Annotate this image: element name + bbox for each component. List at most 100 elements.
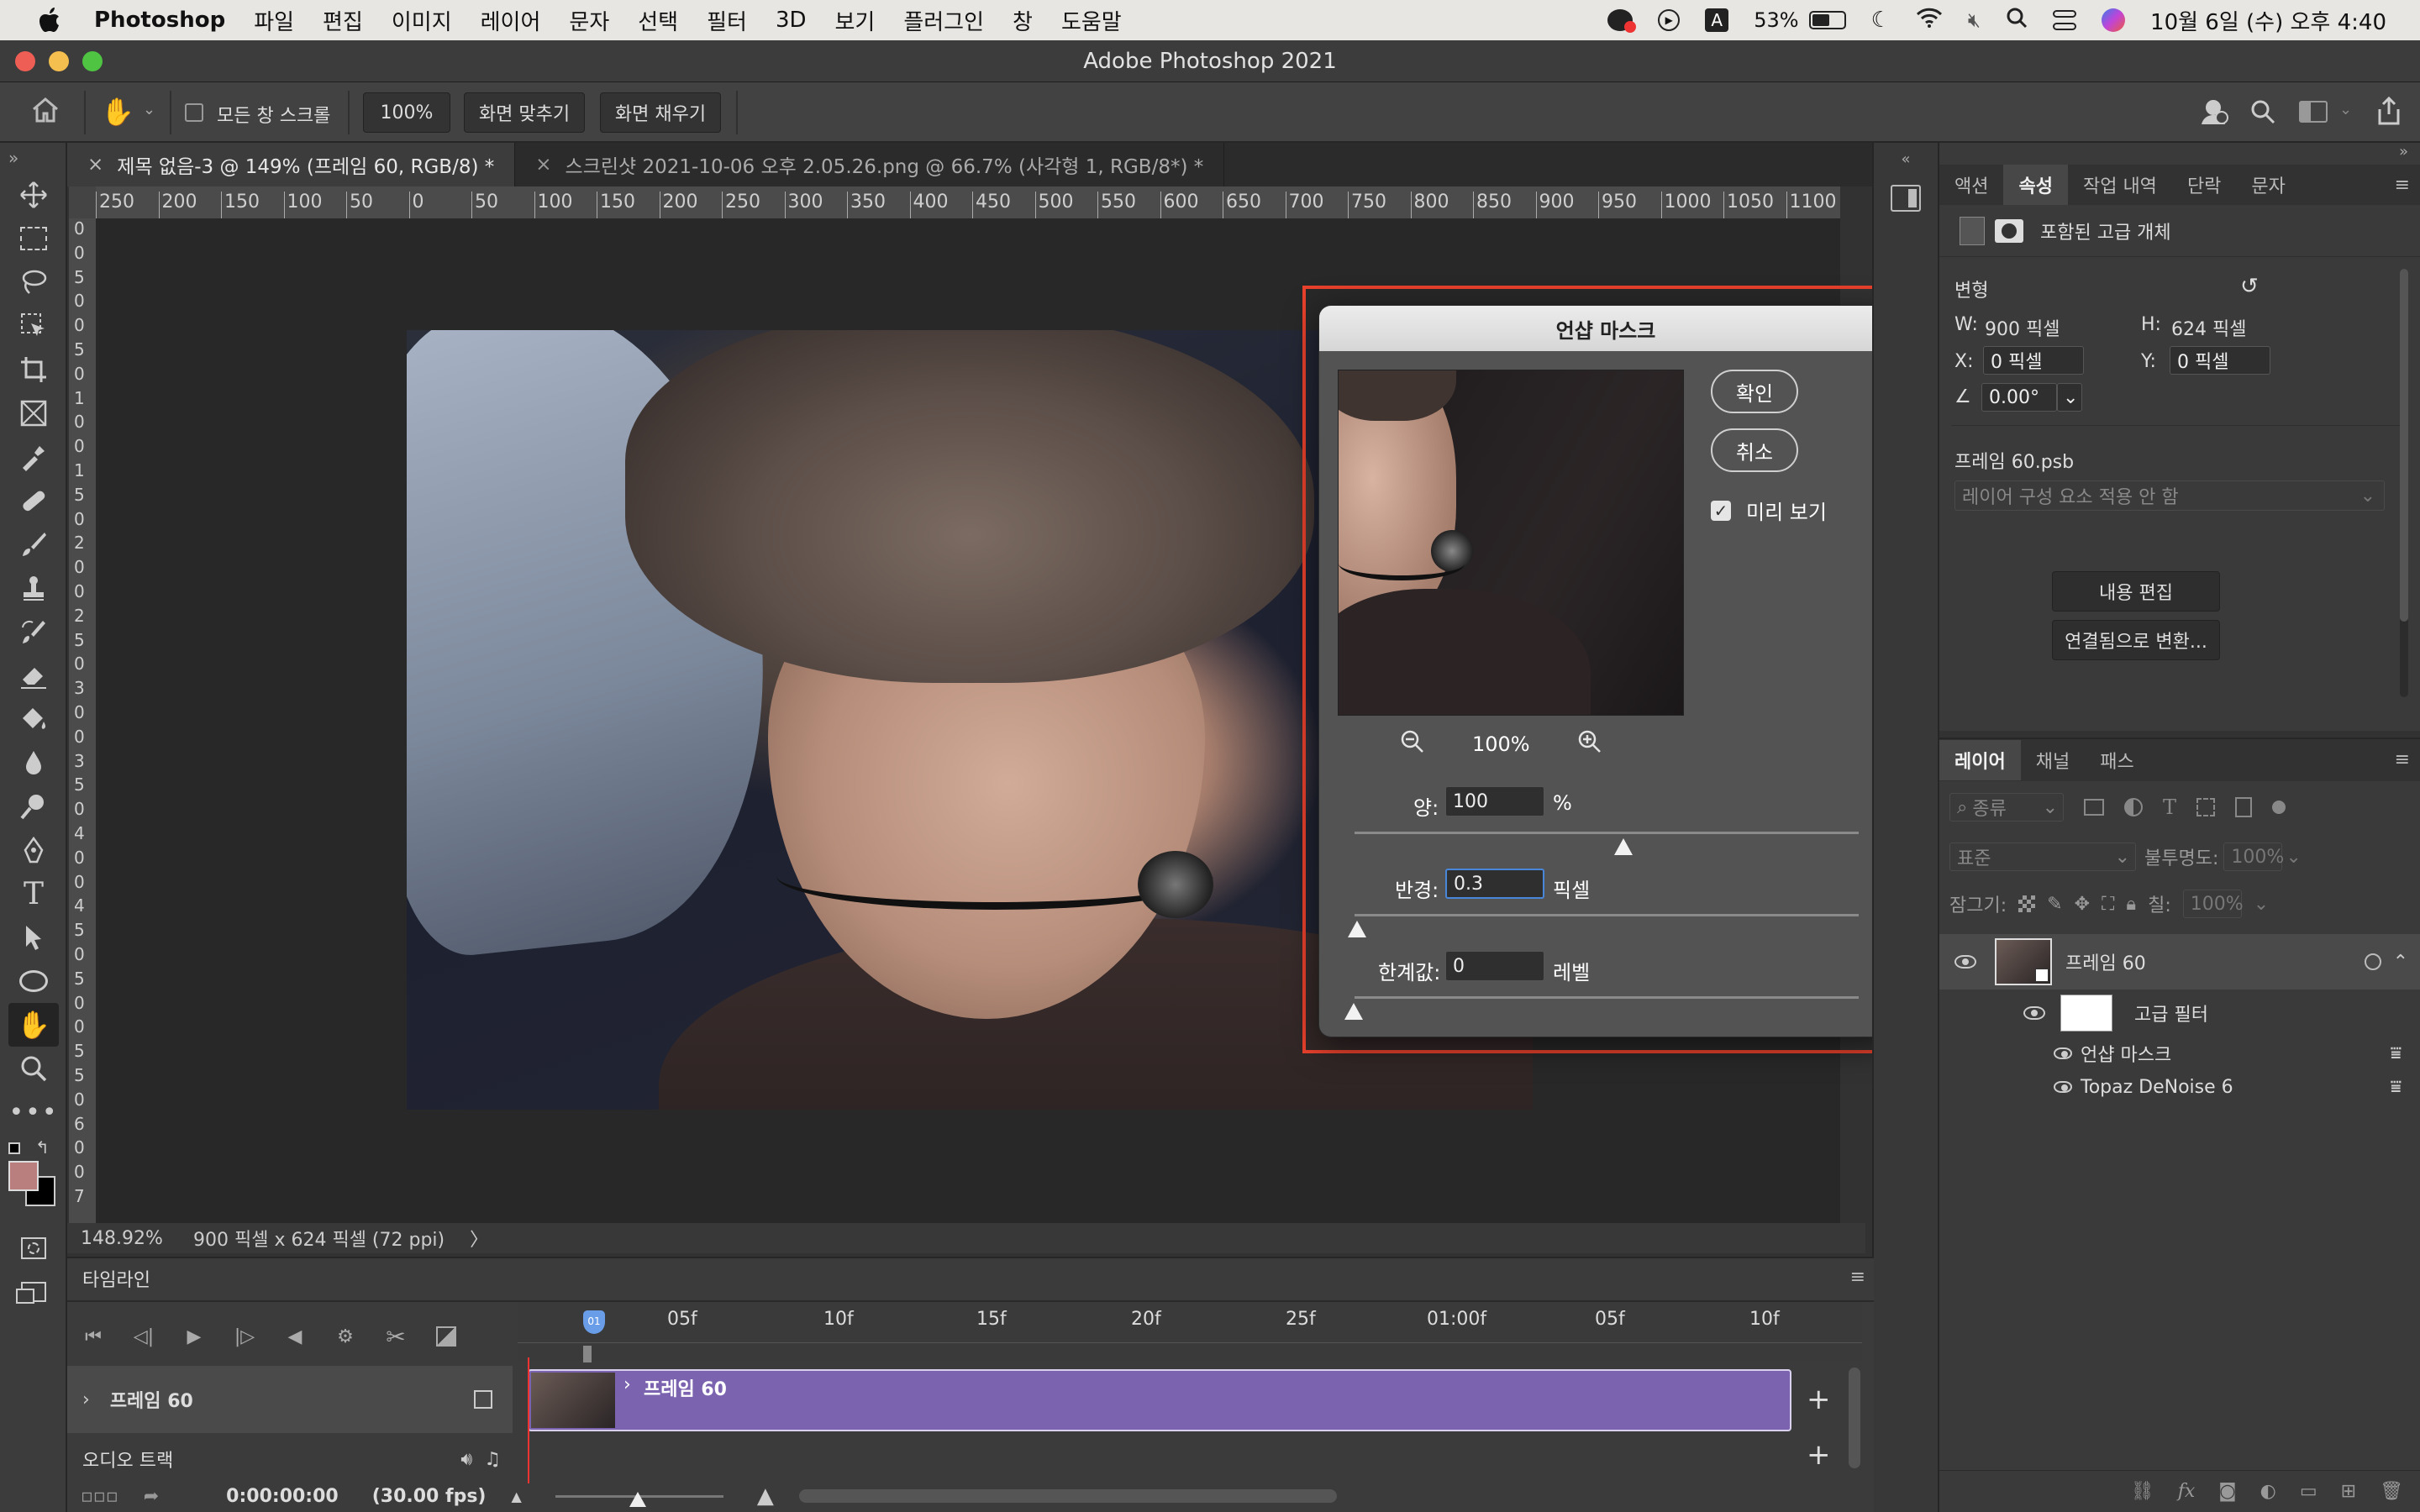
layer-comp-select[interactable]: 레이어 구성 요소 적용 안 함 ⌄ <box>1954 480 2385 511</box>
expand-clip-icon[interactable]: › <box>623 1374 631 1395</box>
layer-name[interactable]: 고급 필터 <box>2134 1000 2208 1026</box>
tab-paragraph[interactable]: 단락 <box>2172 165 2236 205</box>
menu-plugins[interactable]: 플러그인 <box>903 5 984 36</box>
adjustment-filter-icon[interactable] <box>2124 798 2143 816</box>
mask-icon[interactable] <box>1995 218 2023 243</box>
siri-icon[interactable] <box>2102 8 2126 32</box>
speaker-icon[interactable]: 🔊︎ <box>460 1449 472 1470</box>
smart-filter-icon[interactable] <box>2364 953 2381 970</box>
radius-slider-thumb[interactable] <box>1348 921 1366 937</box>
height-value[interactable]: 624 픽셀 <box>2171 314 2246 341</box>
menu-app[interactable]: Photoshop <box>94 8 225 33</box>
opacity-input[interactable]: 100% <box>2223 843 2284 871</box>
user-share-icon[interactable] <box>2200 97 2228 131</box>
home-icon[interactable] <box>30 96 60 129</box>
layer-name[interactable]: Topaz DeNoise 6 <box>2081 1077 2233 1098</box>
menu-3d[interactable]: 3D <box>776 8 807 33</box>
previous-frame-icon[interactable]: ◁| <box>123 1320 165 1353</box>
x-input[interactable]: 0 픽셀 <box>1983 346 2084 375</box>
reset-transform-icon[interactable]: ↺ <box>2240 274 2259 299</box>
shape-filter-icon[interactable] <box>2196 798 2216 816</box>
link-layers-icon[interactable]: ⛓ <box>2131 1481 2154 1502</box>
edit-contents-button[interactable]: 내용 편집 <box>2052 571 2220 612</box>
chevron-down-icon[interactable]: ⌄ <box>2339 101 2352 118</box>
chevron-down-icon[interactable]: ⌄ <box>2254 894 2269 915</box>
render-video-icon[interactable]: ➦ <box>144 1486 159 1507</box>
filter-blending-options-icon[interactable]: ⩸ <box>2391 1077 2402 1098</box>
dodge-tool-icon[interactable] <box>0 785 67 828</box>
pen-tool-icon[interactable] <box>0 828 67 872</box>
spotlight-search-icon[interactable] <box>2006 7 2028 34</box>
layer-visibility-eye-icon[interactable] <box>2023 1006 2045 1020</box>
share-icon[interactable] <box>2375 96 2403 131</box>
angle-input[interactable]: 0.00° <box>1981 383 2057 412</box>
layer-row-smart-filters[interactable]: 고급 필터 <box>1939 990 2420 1037</box>
chevron-down-icon[interactable]: ⌄ <box>143 101 155 118</box>
threshold-slider-track[interactable] <box>1355 996 1859 999</box>
delete-layer-icon[interactable]: 🗑︎ <box>2380 1481 2403 1502</box>
clone-stamp-tool-icon[interactable] <box>0 566 67 610</box>
play-icon[interactable]: ▶ <box>173 1320 215 1353</box>
brush-tool-icon[interactable] <box>0 522 67 566</box>
timeline-ruler[interactable]: 05f 10f 15f 20f 25f 01:00f 05f 10f 01 <box>518 1302 1862 1362</box>
menu-window[interactable]: 창 <box>1013 5 1033 36</box>
video-clip[interactable]: › 프레임 60 <box>528 1369 1791 1431</box>
zoom-level[interactable]: 148.92% <box>81 1228 173 1249</box>
blend-mode-select[interactable]: 표준 ⌄ <box>1949 843 2136 871</box>
fit-screen-button[interactable]: 화면 맞추기 <box>464 92 585 133</box>
status-menu-arrow[interactable]: 〉 <box>470 1225 488 1252</box>
cancel-button[interactable]: 취소 <box>1711 428 1798 472</box>
play-circle-icon[interactable]: ▶ <box>1658 9 1681 31</box>
layer-name[interactable]: 프레임 60 <box>2065 948 2146 975</box>
hand-tool-icon[interactable]: ✋ <box>8 1003 59 1047</box>
object-selection-tool-icon[interactable] <box>0 304 67 348</box>
new-layer-icon[interactable]: ⊞ <box>2341 1481 2356 1502</box>
eraser-tool-icon[interactable] <box>0 654 67 697</box>
dialog-titlebar[interactable]: 언샵 마스크 <box>1319 306 1892 351</box>
layer-row-unsharp-mask[interactable]: 언샵 마스크 ⩸ <box>1939 1037 2420 1070</box>
fill-input[interactable]: 100% <box>2182 890 2244 918</box>
new-group-icon[interactable]: ▭ <box>2300 1481 2317 1502</box>
ellipse-tool-icon[interactable] <box>0 959 67 1003</box>
filter-toggle-icon[interactable] <box>2272 801 2286 814</box>
filter-preview[interactable] <box>1338 370 1684 716</box>
menu-type[interactable]: 문자 <box>569 5 609 36</box>
type-filter-icon[interactable]: T <box>2163 795 2176 819</box>
tab-paths[interactable]: 패스 <box>2085 740 2149 780</box>
menubar-clock[interactable]: 10월 6일 (수) 오후 4:40 <box>2150 5 2386 36</box>
chevron-up-icon[interactable]: ⌃ <box>2393 952 2408 973</box>
type-tool-icon[interactable]: T <box>0 872 67 916</box>
notification-icon[interactable] <box>1607 9 1637 33</box>
swap-colors-icon[interactable]: ↰ <box>35 1137 50 1158</box>
lock-transparent-icon[interactable] <box>2018 895 2036 912</box>
zoom-out-icon[interactable] <box>1400 729 1425 759</box>
timeline-title[interactable]: 타임라인 <box>82 1265 150 1292</box>
default-colors-icon[interactable] <box>8 1142 20 1154</box>
work-area-start[interactable] <box>583 1346 592 1362</box>
timeline-vertical-scrollbar[interactable] <box>1849 1368 1860 1468</box>
history-brush-tool-icon[interactable] <box>0 610 67 654</box>
scroll-all-checkbox[interactable] <box>185 103 203 122</box>
blur-tool-icon[interactable] <box>0 741 67 785</box>
input-source-icon[interactable]: A <box>1705 8 1729 32</box>
menu-image[interactable]: 이미지 <box>392 5 452 36</box>
lasso-tool-icon[interactable] <box>0 260 67 304</box>
timeline-settings-icon[interactable]: ⚙ <box>324 1320 366 1353</box>
apple-logo-icon[interactable] <box>39 8 60 33</box>
filter-mask-thumbnail[interactable] <box>2060 995 2112 1032</box>
menu-select[interactable]: 선택 <box>638 5 678 36</box>
lock-all-icon[interactable]: 🔒︎ <box>2126 894 2136 915</box>
preview-toggle[interactable]: ✓ 미리 보기 <box>1711 496 1827 525</box>
quick-mask-icon[interactable] <box>0 1226 67 1270</box>
panel-menu-icon[interactable]: ≡ <box>2395 175 2410 196</box>
moon-icon[interactable]: ☾ <box>1871 8 1891 33</box>
menu-file[interactable]: 파일 <box>254 5 294 36</box>
radius-input[interactable]: 0.3 <box>1445 869 1544 899</box>
radius-slider-track[interactable] <box>1355 914 1859 916</box>
panel-scrollbar[interactable] <box>2400 269 2408 697</box>
wifi-icon[interactable] <box>1916 8 1943 33</box>
music-note-icon[interactable]: ♫ <box>484 1449 501 1470</box>
timeline-zoom-thumb[interactable] <box>629 1491 646 1507</box>
close-tab-icon[interactable]: × <box>535 154 551 176</box>
tab-channels[interactable]: 채널 <box>2021 740 2085 780</box>
